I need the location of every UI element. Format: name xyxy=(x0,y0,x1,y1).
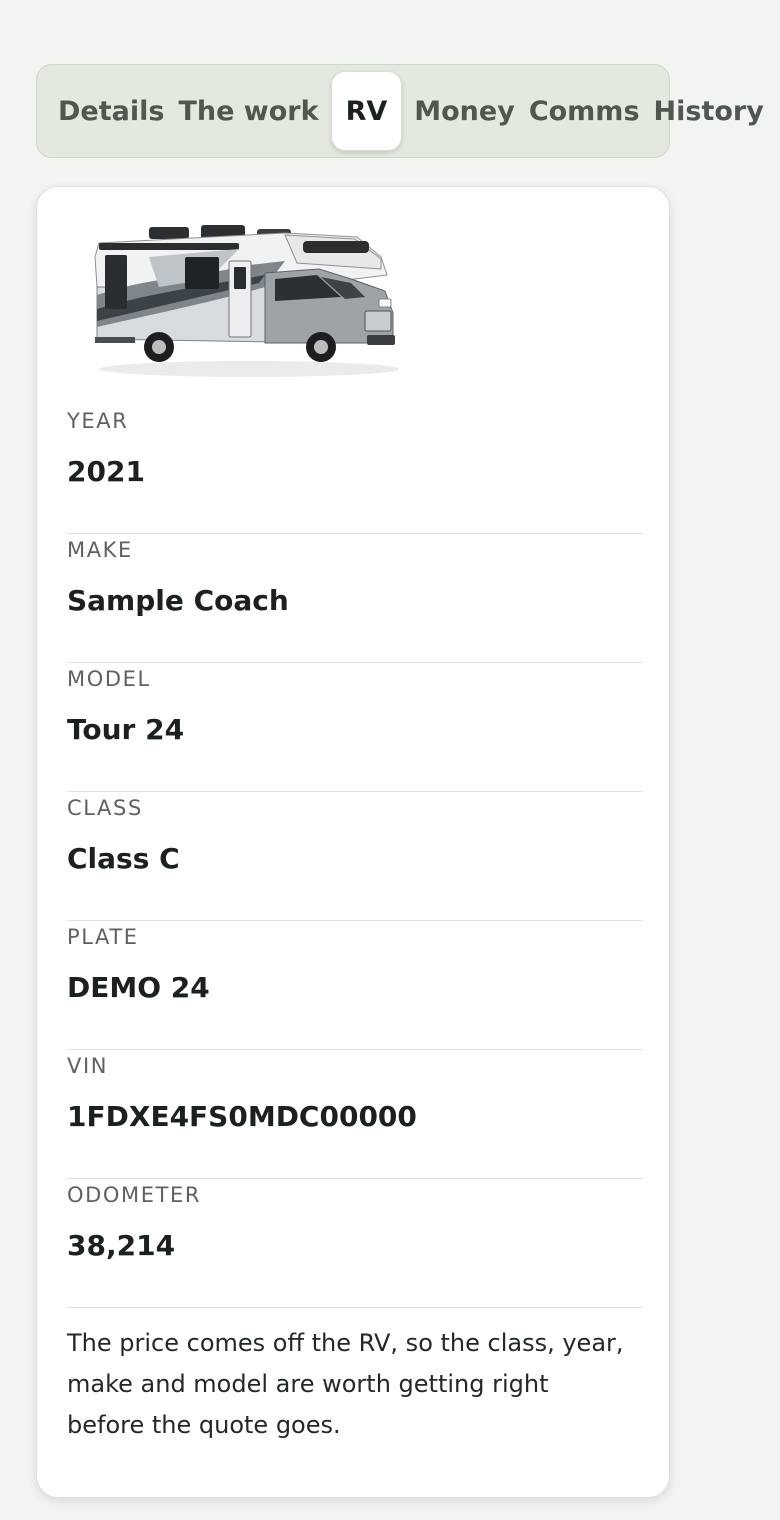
field-year-value: 2021 xyxy=(67,455,145,488)
field-model: MODEL Tour 24 xyxy=(67,663,643,792)
field-make-value: Sample Coach xyxy=(67,584,289,617)
pricing-note: The price comes off the RV, so the class… xyxy=(67,1329,624,1439)
field-class: CLASS Class C xyxy=(67,792,643,921)
field-odometer-value: 38,214 xyxy=(67,1229,176,1262)
field-model-label: MODEL xyxy=(67,667,151,691)
field-class-label: CLASS xyxy=(67,796,143,820)
tab-details[interactable]: Details xyxy=(51,96,171,127)
field-vin-label: VIN xyxy=(67,1054,109,1078)
field-class-value: Class C xyxy=(67,842,180,875)
field-make-label: MAKE xyxy=(67,538,133,562)
field-odometer: ODOMETER 38,214 xyxy=(67,1179,643,1308)
field-plate-label: PLATE xyxy=(67,925,139,949)
field-year: YEAR 2021 xyxy=(67,405,643,534)
tab-the-work[interactable]: The work xyxy=(171,96,325,127)
rv-details-card: YEAR 2021 MAKE Sample Coach MODEL Tour 2… xyxy=(36,186,670,1498)
field-vin-value: 1FDXE4FS0MDC00000 xyxy=(67,1100,417,1133)
field-year-label: YEAR xyxy=(67,409,129,433)
field-model-value: Tour 24 xyxy=(67,713,185,746)
tab-rv[interactable]: RV xyxy=(330,71,403,151)
field-plate: PLATE DEMO 24 xyxy=(67,921,643,1050)
tab-history[interactable]: History xyxy=(647,96,771,127)
field-vin: VIN 1FDXE4FS0MDC00000 xyxy=(67,1050,643,1179)
rv-photo-image xyxy=(94,225,399,377)
tab-bar: Details The work RV Money Comms History xyxy=(36,64,764,158)
field-make: MAKE Sample Coach xyxy=(67,534,643,663)
field-odometer-label: ODOMETER xyxy=(67,1183,202,1207)
tab-comms[interactable]: Comms xyxy=(522,96,647,127)
tab-money[interactable]: Money xyxy=(407,96,522,127)
field-plate-value: DEMO 24 xyxy=(67,971,210,1004)
